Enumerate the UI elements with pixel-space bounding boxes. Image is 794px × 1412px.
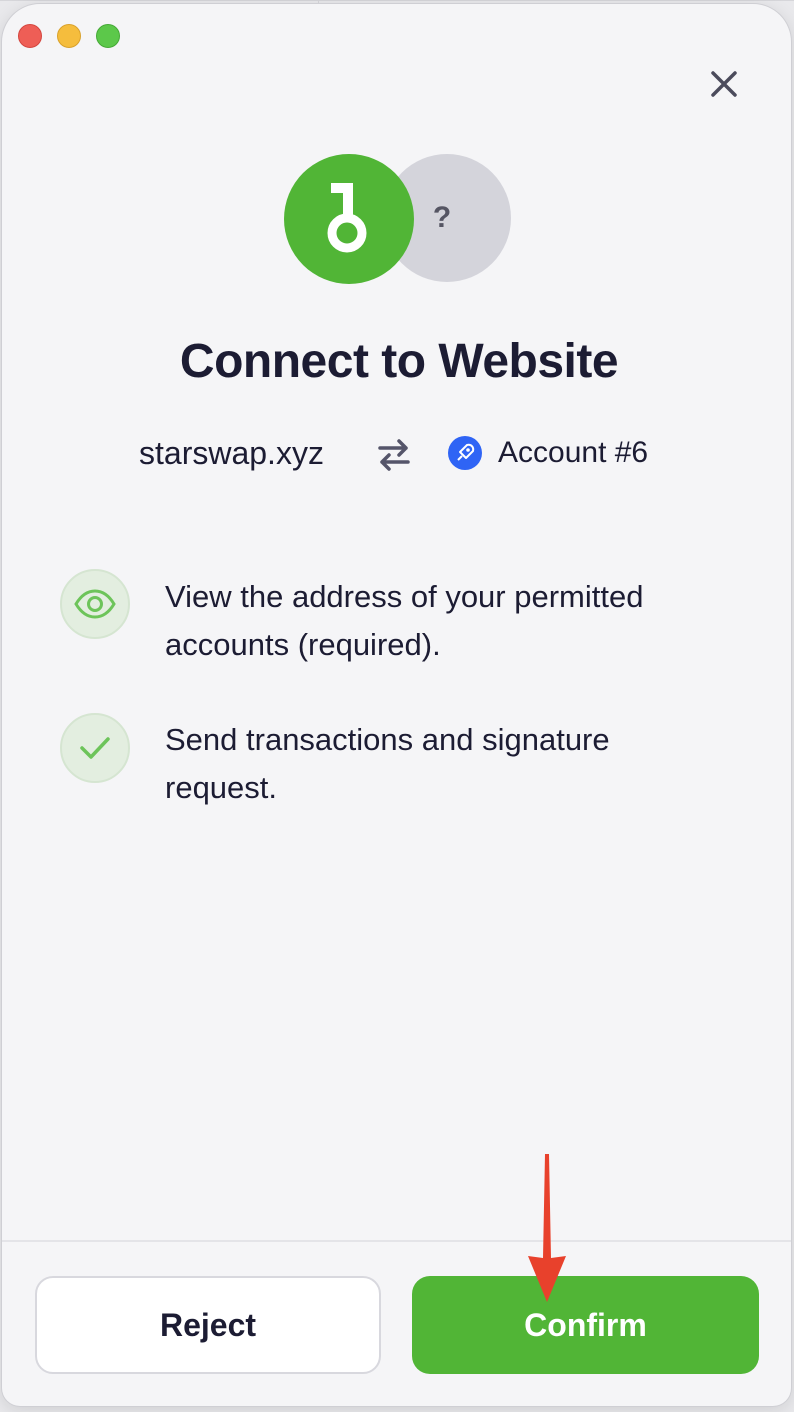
permission-text: View the address of your permitted accou…	[165, 579, 644, 662]
window-controls	[18, 24, 120, 48]
eye-icon	[74, 589, 116, 619]
window-minimize-dot[interactable]	[57, 24, 81, 48]
reject-button[interactable]: Reject	[35, 1276, 381, 1374]
swap-arrows-icon	[378, 439, 410, 471]
permission-item: Send transactions and signature request.	[60, 712, 760, 812]
account-name: Account #6	[498, 436, 649, 469]
permission-badge	[60, 569, 130, 639]
connection-logos: ?	[284, 152, 514, 286]
permission-badge	[60, 713, 130, 783]
page-title: Connect to Website	[179, 335, 619, 388]
rocket-icon	[457, 443, 475, 461]
permission-item: View the address of your permitted accou…	[60, 568, 760, 668]
account-avatar	[448, 436, 482, 470]
permission-text: Send transactions and signature request.	[165, 722, 610, 805]
connect-dialog-window: ? Connect to Website starswap.xyz Accoun…	[2, 4, 791, 1406]
check-icon	[80, 737, 110, 759]
close-icon	[711, 71, 737, 97]
wallet-logo	[284, 154, 414, 284]
website-domain: starswap.xyz	[139, 435, 324, 471]
annotation-arrow-icon	[528, 1154, 566, 1302]
question-mark-icon: ?	[432, 201, 452, 234]
connection-row: starswap.xyz Account #6	[2, 430, 791, 478]
window-close-dot[interactable]	[18, 24, 42, 48]
window-zoom-dot[interactable]	[96, 24, 120, 48]
footer-divider	[2, 1240, 791, 1242]
close-button[interactable]	[702, 62, 746, 106]
onekey-logo-icon	[327, 183, 367, 253]
confirm-button[interactable]: Confirm	[412, 1276, 759, 1374]
